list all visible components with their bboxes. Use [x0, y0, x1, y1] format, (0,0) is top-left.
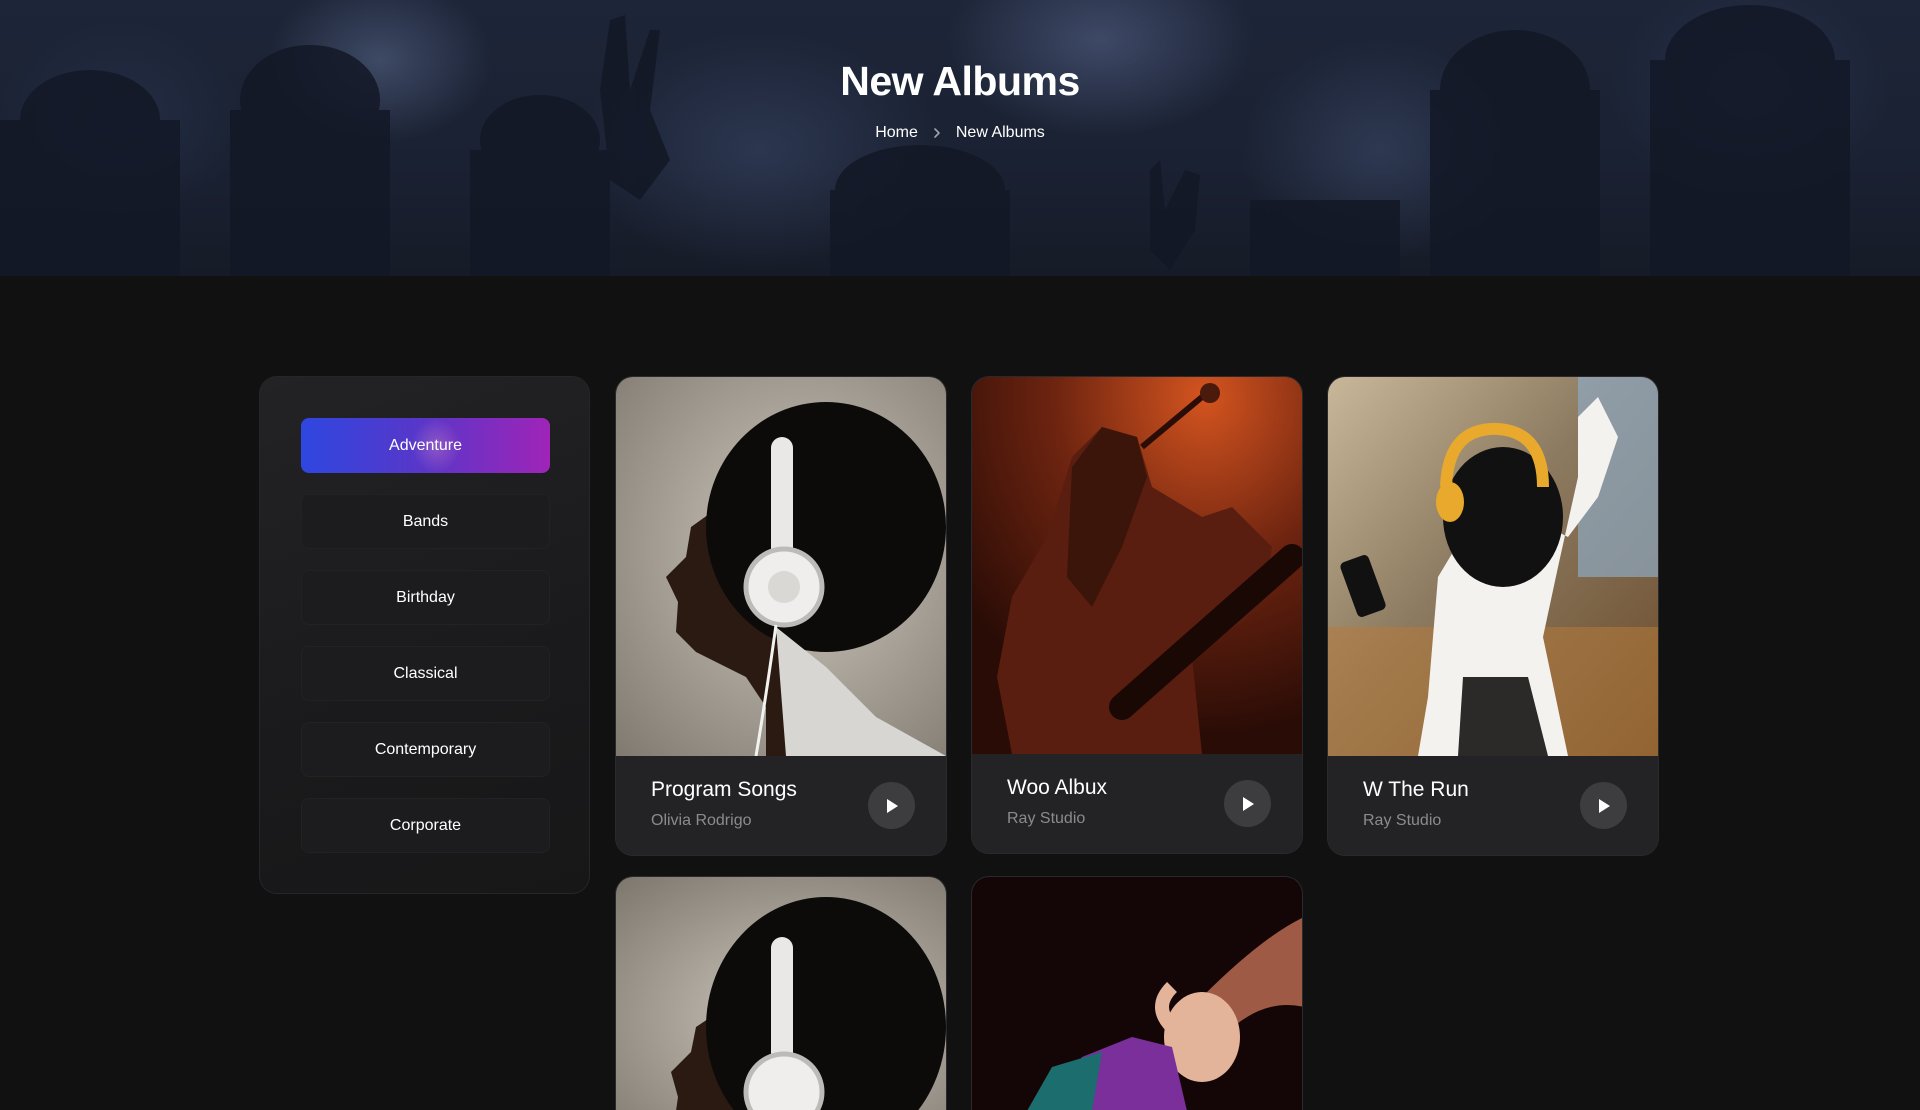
category-birthday-button[interactable]: Birthday: [301, 570, 550, 625]
category-label: Contemporary: [374, 740, 477, 758]
album-artist: Olivia Rodrigo: [651, 812, 752, 829]
category-label: Classical: [393, 664, 458, 682]
category-label: Adventure: [389, 436, 462, 454]
album-title: Program Songs: [651, 778, 797, 801]
category-label: Bands: [402, 512, 449, 530]
album-info: W The Run Ray Studio: [1328, 756, 1658, 855]
category-adventure-button[interactable]: Adventure: [301, 418, 550, 473]
page-title: New Albums: [840, 58, 1080, 104]
album-info: Program Songs Olivia Rodrigo: [616, 756, 946, 855]
album-artist: Ray Studio: [1007, 810, 1086, 827]
album-card[interactable]: Woo Albux Ray Studio: [971, 376, 1303, 854]
album-card[interactable]: Program Songs Olivia Rodrigo: [615, 376, 947, 856]
category-contemporary-button[interactable]: Contemporary: [301, 722, 550, 777]
breadcrumb-home-link[interactable]: Home: [875, 124, 918, 142]
category-bands-button[interactable]: Bands: [301, 494, 550, 549]
play-icon: [1598, 798, 1610, 813]
album-artist: Ray Studio: [1363, 812, 1442, 829]
album-cover-image: [616, 377, 946, 756]
album-info: Woo Albux Ray Studio: [972, 754, 1302, 853]
category-label: Corporate: [389, 816, 462, 834]
album-cover-image: [1328, 377, 1658, 756]
category-classical-button[interactable]: Classical: [301, 646, 550, 701]
album-card[interactable]: [615, 876, 947, 1110]
play-button[interactable]: [868, 782, 915, 829]
album-card[interactable]: W The Run Ray Studio: [1327, 376, 1659, 856]
play-button[interactable]: [1224, 780, 1271, 827]
chevron-right-icon: [934, 128, 940, 138]
album-cover-image: [616, 877, 946, 1110]
category-corporate-button[interactable]: Corporate: [301, 798, 550, 853]
play-icon: [886, 798, 898, 813]
breadcrumb-current: New Albums: [955, 124, 1045, 141]
hero-banner: New Albums Home New Albums: [0, 0, 1920, 276]
breadcrumb: Home New Albums: [0, 124, 1920, 142]
album-cover-image: [972, 877, 1302, 1110]
album-title: W The Run: [1363, 778, 1469, 801]
album-card[interactable]: [971, 876, 1303, 1110]
category-label: Birthday: [396, 588, 455, 606]
play-icon: [1242, 796, 1254, 811]
album-title: Woo Albux: [1007, 776, 1108, 799]
album-cover-image: [972, 377, 1302, 754]
play-button[interactable]: [1580, 782, 1627, 829]
category-sidebar: Adventure Bands Birthday Classical Conte…: [259, 376, 590, 894]
